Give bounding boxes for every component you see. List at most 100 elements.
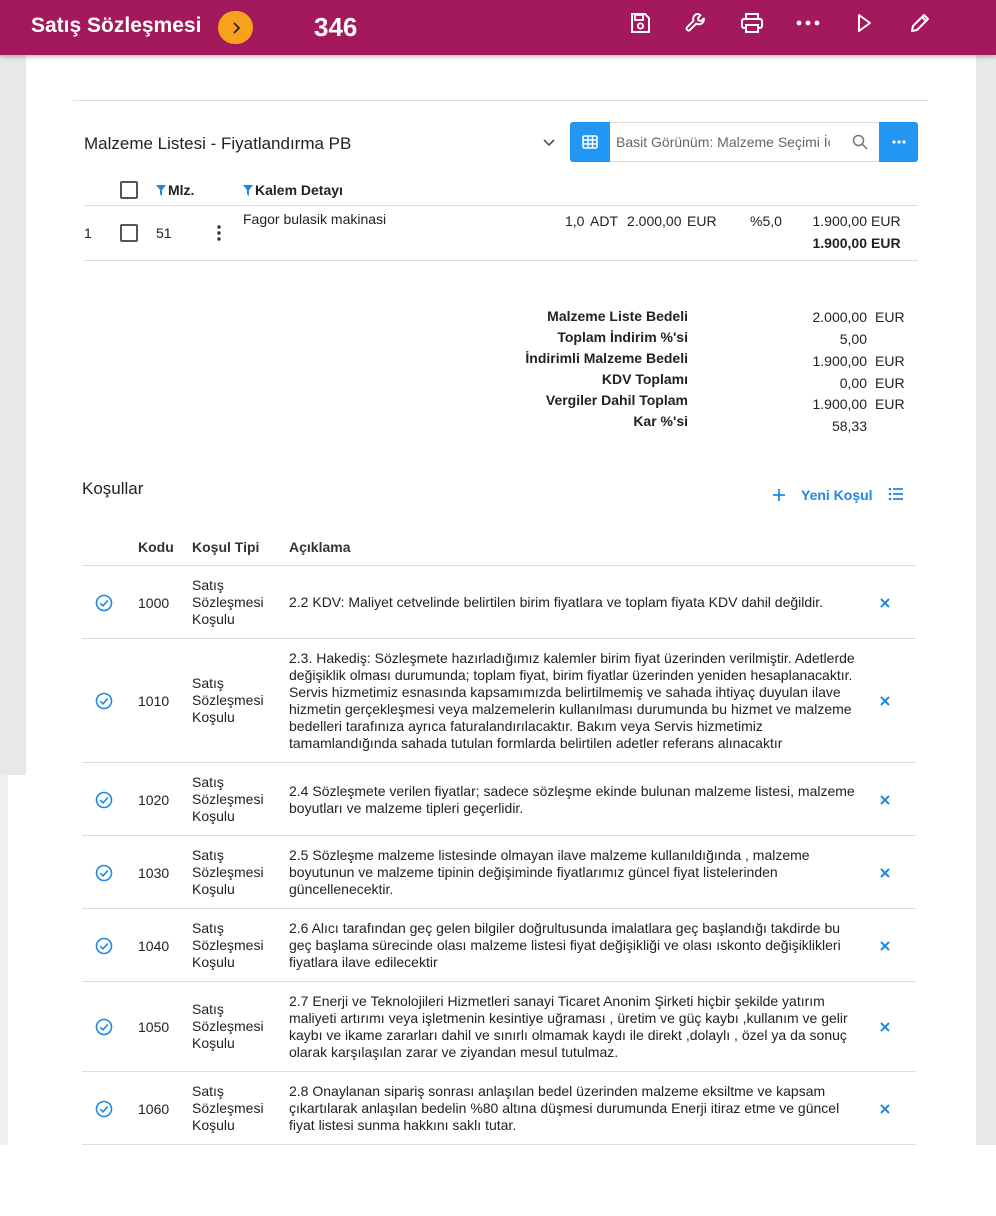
search-icon[interactable] [852,134,868,155]
column-header-detail[interactable]: Kalem Detayı [243,182,343,198]
record-number: 346 [314,12,358,42]
total-price: 1.900,00 [812,235,868,251]
summary-value: 1.900,00 [812,353,868,369]
price-currency: EUR [687,213,717,229]
divider [73,100,928,101]
condition-type-line: Satış [192,846,224,863]
page-title: Satış Sözleşmesi [31,14,202,37]
condition-row[interactable]: 1030 Satış Sözleşmesi Koşulu 2.5 Sözleşme ma… [82,835,916,908]
page-background-right [976,55,996,1145]
check-circle-icon[interactable] [95,1100,113,1118]
condition-type: Satış Sözleşmesi Koşulu [192,577,264,628]
close-icon[interactable] [878,596,892,610]
more-horizontal-icon [796,20,820,26]
settings-button[interactable] [683,10,709,36]
condition-type-line: Satış [192,1001,224,1017]
condition-description: 2.4 Sözleşmete verilen fiyatlar; sadece … [289,782,855,816]
list-view-button[interactable] [888,487,904,506]
summary-label: İndirimli Malzeme Bedeli [525,350,688,366]
collapse-toggle[interactable] [541,135,559,151]
edit-button[interactable] [907,10,933,36]
condition-row[interactable]: 1060 Satış Sözleşmesi Koşulu 2.8 Onaylanan s… [82,1071,916,1144]
column-header-mlz[interactable]: Mlz. [156,182,194,198]
plus-icon [773,489,785,501]
search-input[interactable] [614,131,832,153]
condition-row[interactable]: 1000 Satış Sözleşmesi Koşulu 2.2 KDV: Maliye… [82,565,916,638]
check-circle-icon[interactable] [95,864,113,882]
table-divider [84,205,918,206]
unit: ADT [590,213,618,229]
condition-row[interactable]: 1010 Satış Sözleşmesi Koşulu 2.3. Hakediş: S… [82,638,916,762]
summary-label: KDV Toplamı [601,371,688,387]
check-circle-icon[interactable] [95,594,113,612]
search-options-button[interactable] [879,122,918,162]
close-icon[interactable] [878,1020,892,1034]
condition-type-line: Satış [192,919,224,936]
condition-type-line: Sözleşmesi [192,790,264,807]
check-circle-icon[interactable] [95,791,113,809]
condition-description: 2.5 Sözleşme malzeme listesinde olmayan … [289,847,810,897]
print-button[interactable] [739,10,765,36]
run-button[interactable] [851,10,877,36]
row-index: 1 [84,225,92,241]
condition-description: 2.2 KDV: Maliyet cetvelinde belirtilen b… [289,594,824,610]
condition-type-line: Satış [192,1082,224,1099]
summary-value: 58,33 [831,418,867,434]
check-circle-icon[interactable] [95,692,113,710]
column-header-type[interactable]: Koşul Tipi [192,539,259,555]
condition-type: Satış Sözleşmesi Koşulu [192,920,264,971]
new-condition-label: Yeni Koşul [801,487,873,503]
condition-row[interactable]: 1020 Satış Sözleşmesi Koşulu 2.4 Sözleşmete … [82,762,916,835]
grid-view-button[interactable] [570,122,610,162]
column-header-label: Mlz. [168,182,195,198]
condition-type-line: Koşulu [192,807,235,824]
summary-currency: EUR [875,396,905,412]
condition-row[interactable]: 1040 Satış Sözleşmesi Koşulu 2.6 Alıcı taraf… [82,908,916,981]
check-circle-icon[interactable] [95,937,113,955]
close-icon[interactable] [878,1102,892,1116]
close-icon[interactable] [878,793,892,807]
condition-type-line: Satış [192,773,224,790]
close-icon[interactable] [878,866,892,880]
condition-row[interactable]: 1050 Satış Sözleşmesi Koşulu 2.7 Enerji ve T… [82,981,916,1071]
quantity: 1,0 [565,213,585,229]
select-all-checkbox[interactable] [120,181,138,199]
condition-description: 2.8 Onaylanan sipariş sonrası anlaşılan … [289,1083,840,1133]
more-horizontal-icon [891,140,906,144]
table-divider [84,260,918,261]
condition-type-line: Koşulu [192,1116,235,1133]
condition-code: 1030 [138,864,170,881]
condition-code: 1020 [138,791,170,808]
material-search [610,122,880,162]
page-background-left [0,55,26,775]
column-header-description[interactable]: Açıklama [289,539,350,555]
conditions-title: Koşullar [82,479,144,498]
save-button[interactable] [627,10,653,36]
row-menu-button[interactable] [213,224,225,242]
summary-value: 1.900,00 [812,396,868,412]
new-condition-button[interactable]: Yeni Koşul [772,487,873,503]
summary-currency: EUR [875,309,905,325]
condition-description: 2.3. Hakediş: Sözleşmete hazırladığımız … [289,650,855,751]
check-circle-icon[interactable] [95,1018,113,1036]
next-button[interactable] [218,11,253,44]
row-checkbox[interactable] [120,224,138,242]
close-icon[interactable] [878,694,892,708]
filter-icon [156,185,166,196]
condition-type: Satış Sözleşmesi Koşulu [192,1001,264,1052]
condition-type-line: Koşulu [192,1035,235,1051]
summary-currency: EUR [875,353,905,369]
summary-currency: EUR [875,375,905,391]
condition-type: Satış Sözleşmesi Koşulu [192,675,264,726]
close-icon[interactable] [878,939,892,953]
table-divider [82,1144,916,1145]
total-currency: EUR [871,235,901,251]
condition-code: 1010 [138,693,170,709]
condition-type-line: Sözleşmesi [192,692,264,708]
column-header-code[interactable]: Kodu [138,539,174,555]
more-actions-button[interactable] [795,10,821,36]
condition-type: Satış Sözleşmesi Koşulu [192,1083,264,1134]
condition-type-line: Satış [192,576,224,593]
summary-value: 5,00 [839,331,867,347]
summary-value: 2.000,00 [812,309,868,325]
